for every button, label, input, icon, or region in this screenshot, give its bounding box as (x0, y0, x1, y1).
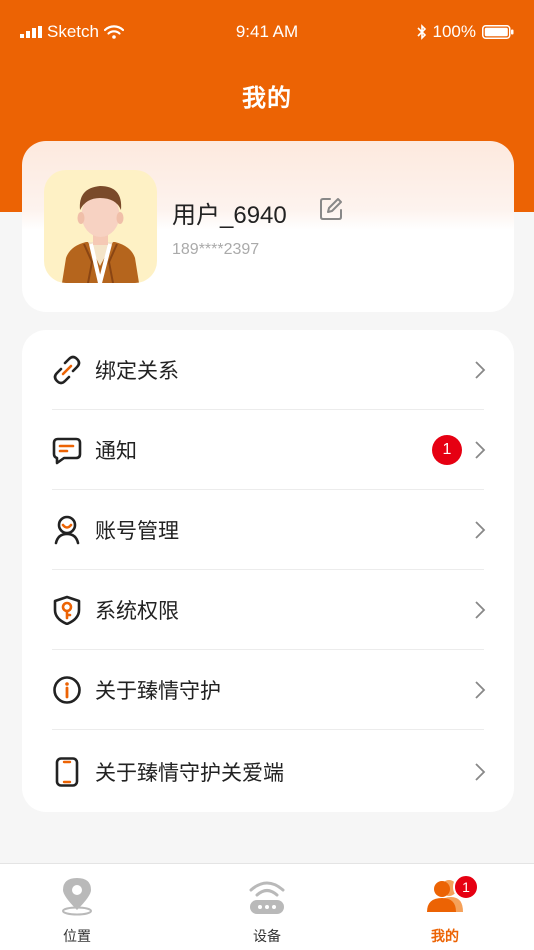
battery-percent: 100% (432, 22, 476, 41)
chevron-right-icon (475, 521, 486, 539)
message-icon (52, 437, 82, 465)
chevron-right-icon (475, 763, 486, 781)
tab-bar: 位置 设备 1 我的 (0, 863, 534, 950)
tab-label: 设备 (253, 929, 281, 945)
chevron-right-icon (475, 361, 486, 379)
chevron-right-icon (475, 601, 486, 619)
status-right: 100% (416, 22, 514, 42)
tab-badge: 1 (453, 874, 479, 900)
menu-item-label: 通知 (95, 439, 137, 463)
shield-key-icon (53, 595, 81, 625)
menu-item-about[interactable]: 关于臻情守护 (22, 650, 514, 730)
menu-card: 绑定关系 通知 1 账号管理 系统权限 关于臻情守护 关于臻情守护关爱端 (22, 330, 514, 812)
tab-label: 我的 (431, 929, 459, 945)
tab-label: 位置 (63, 929, 91, 945)
avatar-illustration-icon (62, 186, 139, 283)
menu-item-label: 系统权限 (95, 599, 179, 623)
username: 用户_6940 (172, 202, 287, 229)
link-icon (53, 355, 81, 385)
avatar[interactable] (44, 170, 157, 283)
edit-profile-button[interactable] (318, 196, 344, 222)
profile-card[interactable]: 用户_6940 189****2397 (22, 141, 514, 312)
tab-mine[interactable]: 1 我的 (395, 864, 495, 950)
location-pin-icon (62, 878, 92, 916)
tab-device[interactable]: 设备 (217, 864, 317, 950)
edit-icon (320, 198, 342, 220)
chevron-right-icon (475, 441, 486, 459)
page-title: 我的 (242, 84, 292, 112)
info-icon (53, 676, 81, 704)
tab-location[interactable]: 位置 (27, 864, 127, 950)
menu-item-about-care[interactable]: 关于臻情守护关爱端 (22, 732, 514, 812)
status-bar: Sketch 9:41 AM 100% (0, 0, 534, 64)
menu-item-label: 绑定关系 (95, 359, 179, 383)
menu-item-label: 关于臻情守护 (95, 679, 221, 703)
divider (52, 729, 484, 730)
bluetooth-icon (416, 24, 426, 40)
battery-icon (482, 25, 514, 39)
chevron-right-icon (475, 681, 486, 699)
phone-number: 189****2397 (172, 241, 260, 258)
device-icon (249, 881, 285, 914)
menu-item-notification[interactable]: 通知 1 (22, 410, 514, 490)
menu-item-label: 账号管理 (95, 519, 179, 543)
phone-icon (55, 757, 79, 787)
menu-item-permissions[interactable]: 系统权限 (22, 570, 514, 650)
menu-item-binding[interactable]: 绑定关系 (22, 330, 514, 410)
notification-badge: 1 (432, 435, 462, 465)
menu-item-account[interactable]: 账号管理 (22, 490, 514, 570)
account-icon (54, 515, 80, 545)
menu-item-label: 关于臻情守护关爱端 (95, 761, 284, 785)
